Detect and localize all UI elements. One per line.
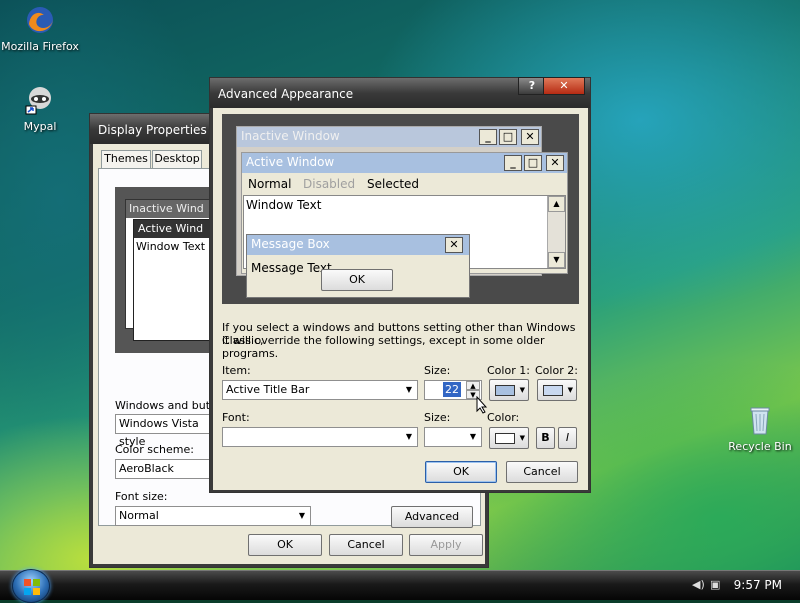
- size-value: 22: [443, 382, 461, 397]
- font-size-select[interactable]: Normal ▼: [115, 506, 311, 526]
- bold-button[interactable]: B: [536, 427, 555, 449]
- start-button[interactable]: [12, 569, 50, 603]
- item-label: Item:: [222, 364, 251, 377]
- size-label: Size:: [424, 364, 451, 377]
- font-size-select[interactable]: ▼: [424, 427, 482, 447]
- dialog-title: Advanced Appearance: [218, 87, 354, 101]
- windows-logo-icon: [24, 579, 40, 595]
- menu-selected: Selected: [367, 177, 420, 191]
- minimize-icon: _: [504, 155, 522, 171]
- appearance-preview[interactable]: Inactive Window _ □ ✕ Active Window _ □ …: [222, 114, 579, 304]
- ok-button[interactable]: OK: [248, 534, 322, 556]
- font-size-label: Font size:: [115, 490, 168, 503]
- preview-msgbox-title: Message Box: [251, 237, 330, 251]
- scroll-up-icon: ▲: [548, 196, 565, 212]
- recycle-bin-icon: [744, 404, 776, 436]
- close-icon: ✕: [445, 237, 463, 253]
- item-select[interactable]: Active Title Bar ▼: [222, 380, 418, 400]
- size-up-icon[interactable]: ▲: [466, 381, 480, 390]
- size-stepper[interactable]: 22 ▲ ▼: [424, 380, 482, 400]
- chevron-down-icon: ▼: [519, 386, 525, 394]
- chevron-down-icon: ▼: [519, 434, 525, 442]
- item-value: Active Title Bar: [226, 383, 310, 396]
- menu-normal: Normal: [248, 177, 292, 191]
- preview-menu-bar: Normal Disabled Selected: [242, 175, 567, 193]
- chevron-down-icon: ▼: [298, 511, 306, 520]
- system-tray: ◀) ▣ 9:57 PM: [680, 571, 800, 601]
- maximize-icon: □: [524, 155, 542, 171]
- windows-and-buttons-select[interactable]: Windows Vista style: [115, 414, 215, 448]
- font-color-label: Color:: [487, 411, 520, 424]
- color-scheme-select[interactable]: AeroBlack: [115, 459, 215, 479]
- font-select[interactable]: ▼: [222, 427, 418, 447]
- help-button[interactable]: ?: [518, 77, 546, 95]
- color2-label: Color 2:: [535, 364, 578, 377]
- chevron-down-icon: ▼: [469, 432, 477, 441]
- minimize-icon: _: [479, 129, 497, 145]
- ok-button[interactable]: OK: [425, 461, 497, 483]
- desktop-icon-firefox[interactable]: Mozilla Firefox: [0, 4, 85, 53]
- mouse-cursor-icon: [476, 395, 488, 417]
- font-color-picker[interactable]: ▼: [489, 427, 529, 449]
- taskbar: ◀) ▣ 9:57 PM: [0, 569, 800, 603]
- preview-window-text: Window Text: [246, 198, 322, 212]
- color1-label: Color 1:: [487, 364, 530, 377]
- desktop-icon-recycle-bin[interactable]: Recycle Bin: [715, 404, 800, 453]
- desktop-icon-label: Mozilla Firefox: [1, 40, 79, 53]
- chevron-down-icon: ▼: [405, 432, 413, 441]
- mypal-icon: [24, 84, 56, 116]
- maximize-icon: □: [499, 129, 517, 145]
- cancel-button[interactable]: Cancel: [329, 534, 403, 556]
- preview-scrollbar: ▲ ▼: [547, 196, 565, 268]
- tab-themes[interactable]: Themes: [101, 150, 151, 168]
- color2-picker[interactable]: ▼: [537, 379, 577, 401]
- close-button[interactable]: ✕: [543, 77, 585, 95]
- apply-button[interactable]: Apply: [409, 534, 483, 556]
- font-color-swatch: [495, 433, 515, 444]
- desktop-icon-label: Mypal: [23, 120, 57, 133]
- network-icon[interactable]: ▣: [710, 578, 724, 592]
- color1-swatch: [495, 385, 515, 396]
- close-icon: ✕: [546, 155, 564, 171]
- menu-disabled: Disabled: [303, 177, 356, 191]
- close-icon: ✕: [521, 129, 539, 145]
- firefox-icon: [24, 4, 56, 36]
- preview-active-title: Active Window: [246, 155, 335, 169]
- font-size-value: Normal: [119, 509, 159, 522]
- window-title: Display Properties: [98, 123, 207, 137]
- desktop-icon-label: Recycle Bin: [728, 440, 792, 453]
- font-label: Font:: [222, 411, 250, 424]
- desktop-icon-mypal[interactable]: Mypal: [0, 84, 85, 133]
- preview-message-box: Message Box ✕ Message Text OK: [246, 234, 470, 298]
- advanced-button[interactable]: Advanced: [391, 506, 473, 528]
- chevron-down-icon: ▼: [567, 386, 573, 394]
- color-scheme-label: Color scheme:: [115, 443, 194, 456]
- cancel-button[interactable]: Cancel: [506, 461, 578, 483]
- preview-msgbox-ok: OK: [321, 269, 393, 291]
- volume-icon[interactable]: ◀): [692, 578, 706, 592]
- scroll-down-icon: ▼: [548, 252, 565, 268]
- preview-msgbox-text: Message Text: [251, 261, 332, 275]
- preview-msgbox-titlebar: Message Box: [247, 235, 469, 255]
- tab-desktop[interactable]: Desktop: [152, 150, 202, 168]
- chevron-down-icon: ▼: [405, 385, 413, 394]
- color2-swatch: [543, 385, 563, 396]
- advanced-appearance-body: Inactive Window _ □ ✕ Active Window _ □ …: [213, 108, 588, 490]
- color1-picker[interactable]: ▼: [489, 379, 529, 401]
- advanced-appearance-dialog: Advanced Appearance ? ✕ Inactive Window …: [209, 77, 591, 493]
- info-text-line2: it will override the following settings,…: [222, 334, 545, 360]
- italic-button[interactable]: I: [558, 427, 577, 449]
- clock[interactable]: 9:57 PM: [734, 578, 782, 592]
- preview-inactive-title: Inactive Window: [241, 129, 340, 143]
- font-size-label: Size:: [424, 411, 451, 424]
